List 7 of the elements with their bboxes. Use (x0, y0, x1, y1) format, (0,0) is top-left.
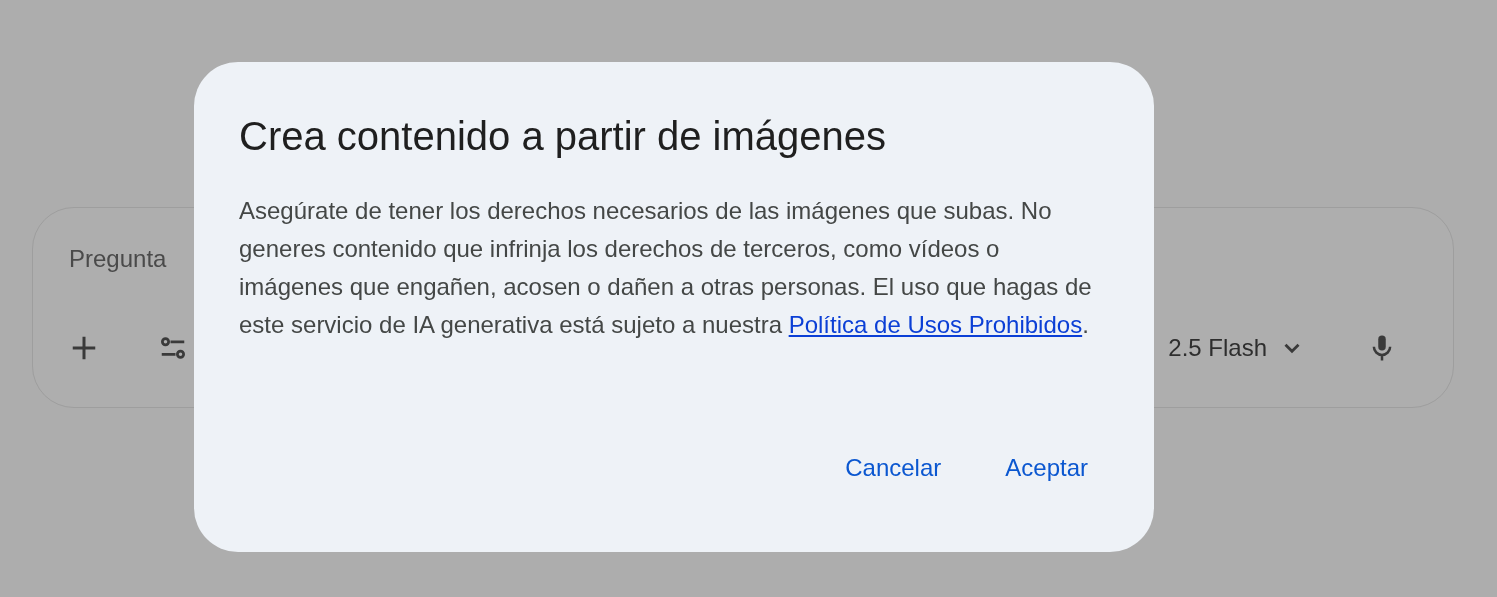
accept-button[interactable]: Aceptar (983, 446, 1110, 490)
prompt-field[interactable]: Pregunta (69, 242, 209, 276)
dialog-message: Asegúrate de tener los derechos necesarios de las imágenes que subas. No generes contenido que infrinja los derechos de terceros, como vídeos o imágenes que engañen, acosen o dañen a otras personas. El uso que hagas de este servicio de IA generativa está sujeto a nuestra Política de Usos Prohibidos. (239, 196, 1093, 340)
model-selector[interactable]: 2.5 Flash (1168, 334, 1267, 362)
cancel-button[interactable]: Cancelar (823, 446, 964, 490)
policy-link[interactable]: Política de Usos Prohibidos (788, 311, 1083, 338)
dialog-title: Crea contenido a partir de imágenes (239, 113, 887, 160)
